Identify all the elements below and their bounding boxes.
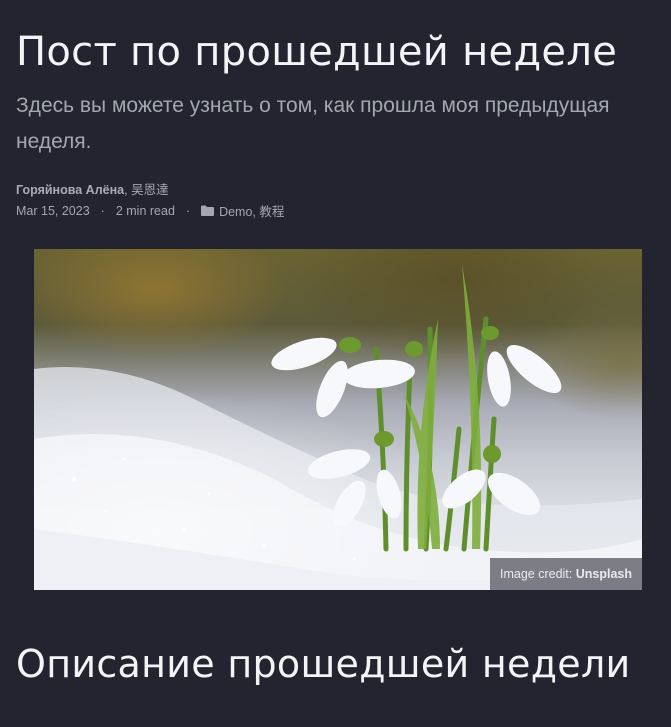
meta-separator: · bbox=[185, 203, 191, 218]
snowdrop-flowers-image bbox=[34, 264, 642, 590]
image-credit-prefix: Image credit: bbox=[500, 567, 576, 581]
image-credit: Image credit: Unsplash bbox=[490, 558, 642, 590]
author-link-primary[interactable]: Горяйнова Алёна bbox=[16, 183, 124, 197]
featured-image: Image credit: Unsplash bbox=[34, 249, 642, 590]
post-meta: Mar 15, 2023 · 2 min read · Demo, 教程 bbox=[16, 201, 284, 220]
meta-separator: · bbox=[100, 203, 105, 218]
folder-icon bbox=[201, 205, 215, 216]
post-subtitle: Здесь вы можете узнать о том, как прошла… bbox=[16, 94, 610, 153]
section-heading: Описание прошедшей недели bbox=[16, 642, 631, 686]
post-authors: Горяйнова Алёна, 吴恩達 bbox=[16, 179, 169, 198]
post-date: Mar 15, 2023 bbox=[16, 203, 90, 218]
reading-time: 2 min read bbox=[115, 203, 175, 218]
post-categories[interactable]: Demo, 教程 bbox=[219, 201, 284, 220]
author-link-secondary[interactable]: 吴恩達 bbox=[131, 183, 169, 197]
post-title: Пост по прошедшей неделе bbox=[16, 29, 618, 75]
image-credit-source-link[interactable]: Unsplash bbox=[576, 567, 632, 581]
